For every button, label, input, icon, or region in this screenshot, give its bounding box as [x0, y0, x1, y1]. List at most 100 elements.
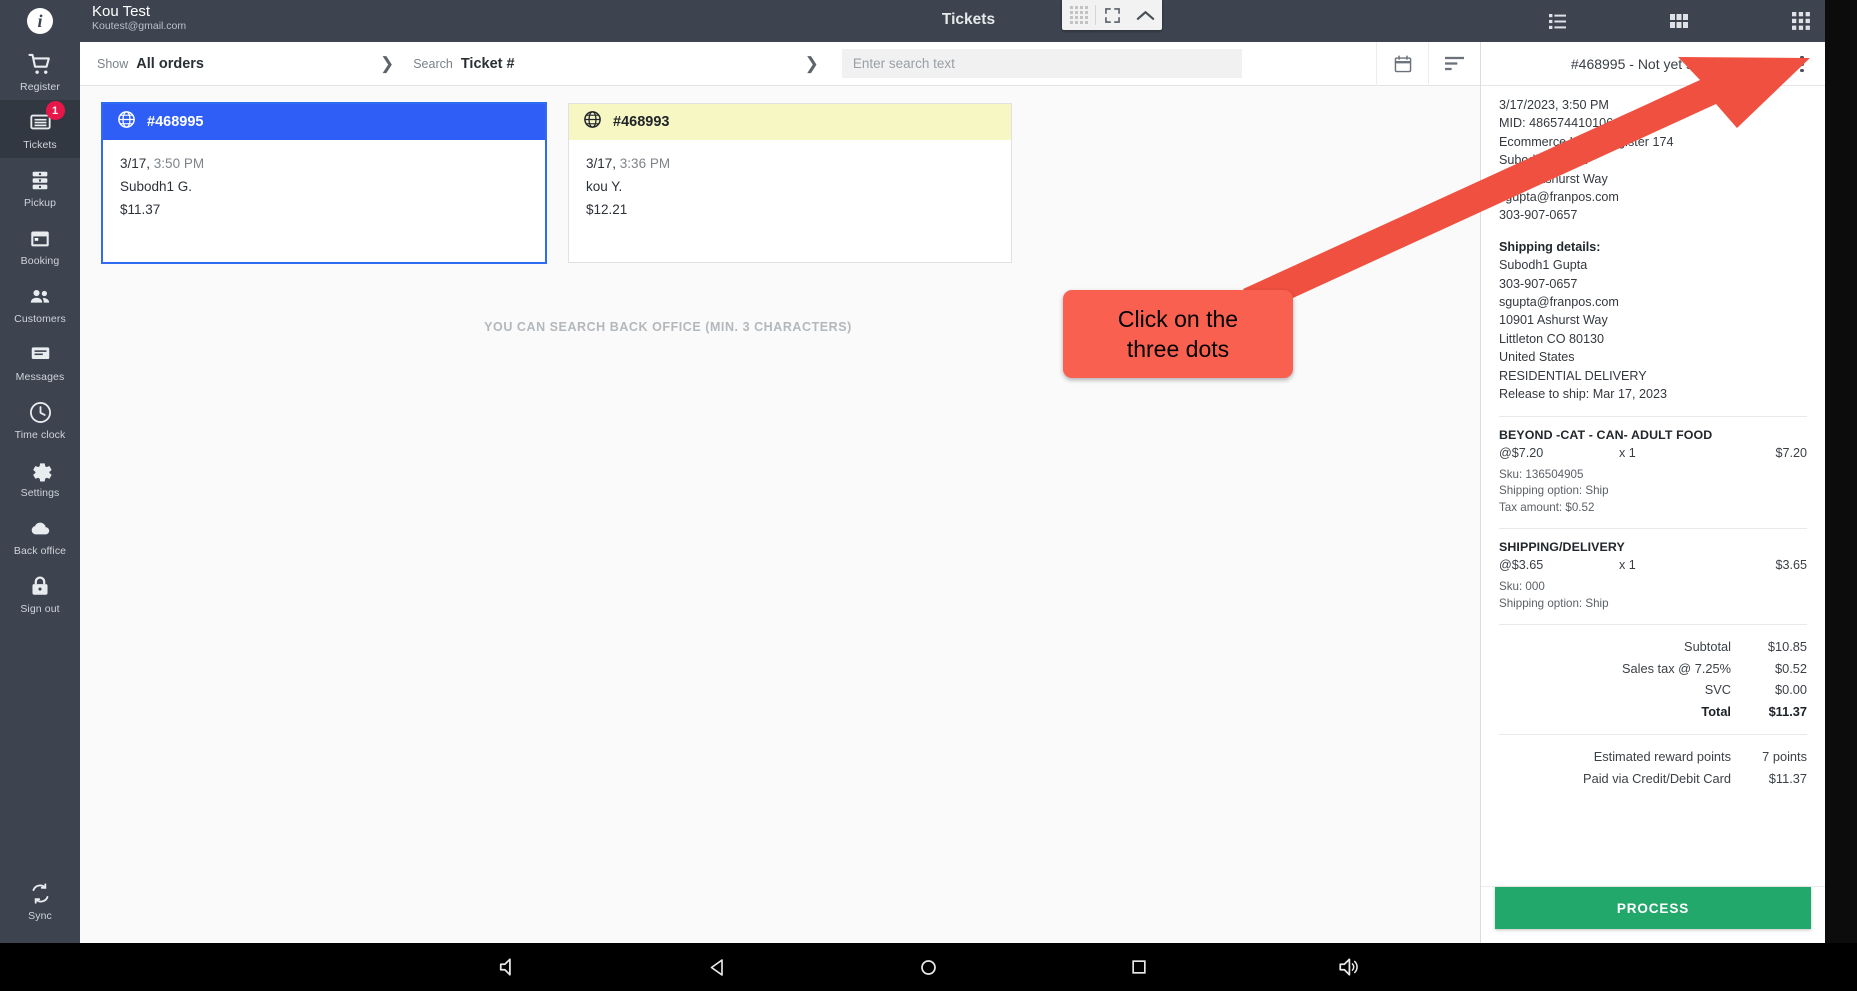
order-meta-line: Ecommerce U. @ Register 174 — [1499, 134, 1674, 149]
chevron-right-icon-2[interactable]: ❯ — [805, 54, 819, 74]
total-label: Sales tax @ 7.25% — [1621, 660, 1731, 676]
gear-icon — [29, 457, 52, 483]
calendar-icon[interactable] — [1376, 41, 1428, 86]
sidebar-item-label: Customers — [14, 313, 66, 325]
floating-toolbar[interactable] — [1062, 0, 1162, 30]
sidebar-item-label: Messages — [15, 371, 65, 383]
total-value: $11.37 — [1768, 703, 1807, 719]
right-black-edge — [1825, 0, 1857, 943]
account-name: Kou Test — [92, 3, 151, 20]
sidebar-item-settings[interactable]: Settings — [0, 448, 80, 506]
sort-icon[interactable] — [1428, 41, 1480, 86]
sidebar-sync-label: Sync — [28, 910, 52, 922]
calendar-icon — [29, 225, 51, 251]
sidebar-item-sign-out[interactable]: Sign out — [0, 564, 80, 622]
medium-grid-view-icon[interactable] — [1665, 8, 1693, 34]
order-detail-header: #468995 - Not yet shipped — [1481, 42, 1825, 86]
volume-down-icon[interactable] — [404, 956, 614, 978]
total-value: $0.52 — [1774, 660, 1807, 676]
order-detail-body[interactable]: 3/17/2023, 3:50 PM MID: 48657441010645253… — [1481, 86, 1825, 886]
shipping-detail-line: 10901 Ashurst Way — [1499, 313, 1608, 328]
line-item-meta-block: Sku: 136504905 Shipping option: Ship Tax a… — [1499, 467, 1807, 517]
line-item-meta: Sku: 000 — [1499, 580, 1545, 593]
sidebar-item-tickets[interactable]: 1 Tickets — [0, 100, 80, 158]
total-row: Sales tax @ 7.25% $0.52 — [1499, 658, 1807, 680]
annotation-callout: Click on the three dots — [1063, 290, 1293, 378]
total-row: Total $11.37 — [1499, 701, 1807, 723]
sidebar-item-sync[interactable]: Sync — [0, 871, 80, 929]
drag-handle-icon[interactable] — [1062, 0, 1095, 30]
order-card-time: 3:50 PM — [153, 156, 205, 171]
sidebar-item-register[interactable]: Register — [0, 42, 80, 100]
line-item-amount: $3.65 — [1775, 558, 1807, 572]
order-meta-line: sgupta@franpos.com — [1499, 190, 1619, 205]
order-card-number: #468995 — [147, 114, 204, 130]
back-icon[interactable] — [614, 957, 824, 978]
order-card[interactable]: #468993 3/17, 3:36 PM kou Y. $12.21 — [568, 103, 1012, 263]
sidebar-item-label: Pickup — [23, 197, 57, 209]
home-icon[interactable] — [824, 957, 1034, 978]
search-field-value[interactable]: Ticket # — [461, 56, 515, 72]
search-input[interactable] — [841, 49, 1242, 78]
chevron-right-icon-1[interactable]: ❯ — [380, 54, 394, 74]
sidebar-item-back-office[interactable]: Back office — [0, 506, 80, 564]
process-button[interactable]: PROCESS — [1495, 887, 1811, 929]
more-vertical-icon[interactable] — [1790, 52, 1814, 76]
order-card[interactable]: #468995 3/17, 3:50 PM Subodh1 G. $11.37 — [102, 103, 546, 263]
order-card-customer: kou Y. — [586, 179, 623, 194]
search-label: Search — [413, 56, 453, 71]
order-detail-footer: PROCESS — [1481, 886, 1825, 943]
shipping-detail-line: Subodh1 Gupta — [1499, 258, 1588, 273]
sidebar-item-customers[interactable]: Customers — [0, 274, 80, 332]
account-block[interactable]: Kou Test Koutest@gmail.com — [92, 3, 186, 33]
people-icon — [28, 283, 52, 309]
extra-row: Paid via Credit/Debit Card $11.37 — [1499, 768, 1807, 790]
message-icon — [29, 341, 52, 367]
line-item-name: BEYOND -CAT - CAN- ADULT FOOD — [1499, 427, 1713, 442]
show-label: Show — [97, 56, 129, 71]
order-card-amount: $11.37 — [120, 202, 161, 217]
order-detail-panel: #468995 - Not yet shipped 3/17/2023, 3:5… — [1480, 42, 1825, 943]
totals-divider — [1499, 624, 1807, 625]
order-card-customer: Subodh1 G. — [120, 179, 193, 194]
line-item-unit-price: @$3.65 — [1499, 558, 1544, 572]
extra-label: Paid via Credit/Debit Card — [1583, 770, 1731, 786]
order-card-list: #468995 3/17, 3:50 PM Subodh1 G. $11.37 … — [80, 86, 1480, 263]
shipping-detail-line: United States — [1499, 350, 1575, 365]
sync-icon — [30, 880, 51, 906]
sidebar-item-label: Booking — [20, 255, 60, 267]
chevron-up-icon[interactable] — [1129, 0, 1162, 30]
extra-value: $11.37 — [1768, 770, 1807, 786]
total-label: Subtotal — [1684, 639, 1731, 654]
sidebar-item-pickup[interactable]: Pickup — [0, 158, 80, 216]
line-item-quantity: x 1 — [1619, 445, 1636, 460]
line-items-block: BEYOND -CAT - CAN- ADULT FOOD @$7.20 x 1… — [1499, 415, 1807, 613]
line-item-meta: Tax amount: $0.52 — [1499, 500, 1595, 514]
recents-icon[interactable] — [1034, 957, 1244, 977]
app-root: i Register 1 Tickets Pickup Booking Customers… — [0, 0, 1857, 991]
sidebar-item-time-clock[interactable]: Time clock — [0, 390, 80, 448]
small-grid-view-icon[interactable] — [1787, 8, 1815, 34]
sidebar-item-messages[interactable]: Messages — [0, 332, 80, 390]
shipping-detail-line: RESIDENTIAL DELIVERY — [1499, 368, 1647, 383]
total-value: $10.85 — [1767, 639, 1807, 654]
line-item-price-row: @$7.20 x 1 $7.20 — [1499, 446, 1807, 460]
order-card-body: 3/17, 3:36 PM kou Y. $12.21 — [569, 140, 1011, 221]
cart-icon — [28, 51, 52, 77]
line-item-amount: $7.20 — [1775, 445, 1807, 460]
line-item-name: SHIPPING/DELIVERY — [1499, 540, 1625, 554]
order-card-number: #468993 — [613, 114, 670, 130]
sidebar-item-label: Sign out — [20, 603, 60, 615]
volume-up-icon[interactable] — [1244, 956, 1454, 978]
line-item-divider — [1499, 528, 1807, 529]
shipping-detail-line: sgupta@franpos.com — [1499, 295, 1619, 310]
show-value[interactable]: All orders — [136, 56, 204, 72]
line-item-meta: Shipping option: Ship — [1499, 596, 1609, 610]
shipping-details-heading: Shipping details: — [1499, 239, 1601, 254]
sidebar-item-booking[interactable]: Booking — [0, 216, 80, 274]
info-icon: i — [27, 8, 53, 34]
list-view-icon[interactable] — [1543, 8, 1571, 34]
expand-icon[interactable] — [1096, 0, 1129, 30]
top-header: Kou Test Koutest@gmail.com Tickets — [80, 0, 1857, 42]
ticket-icon: 1 — [29, 101, 65, 135]
